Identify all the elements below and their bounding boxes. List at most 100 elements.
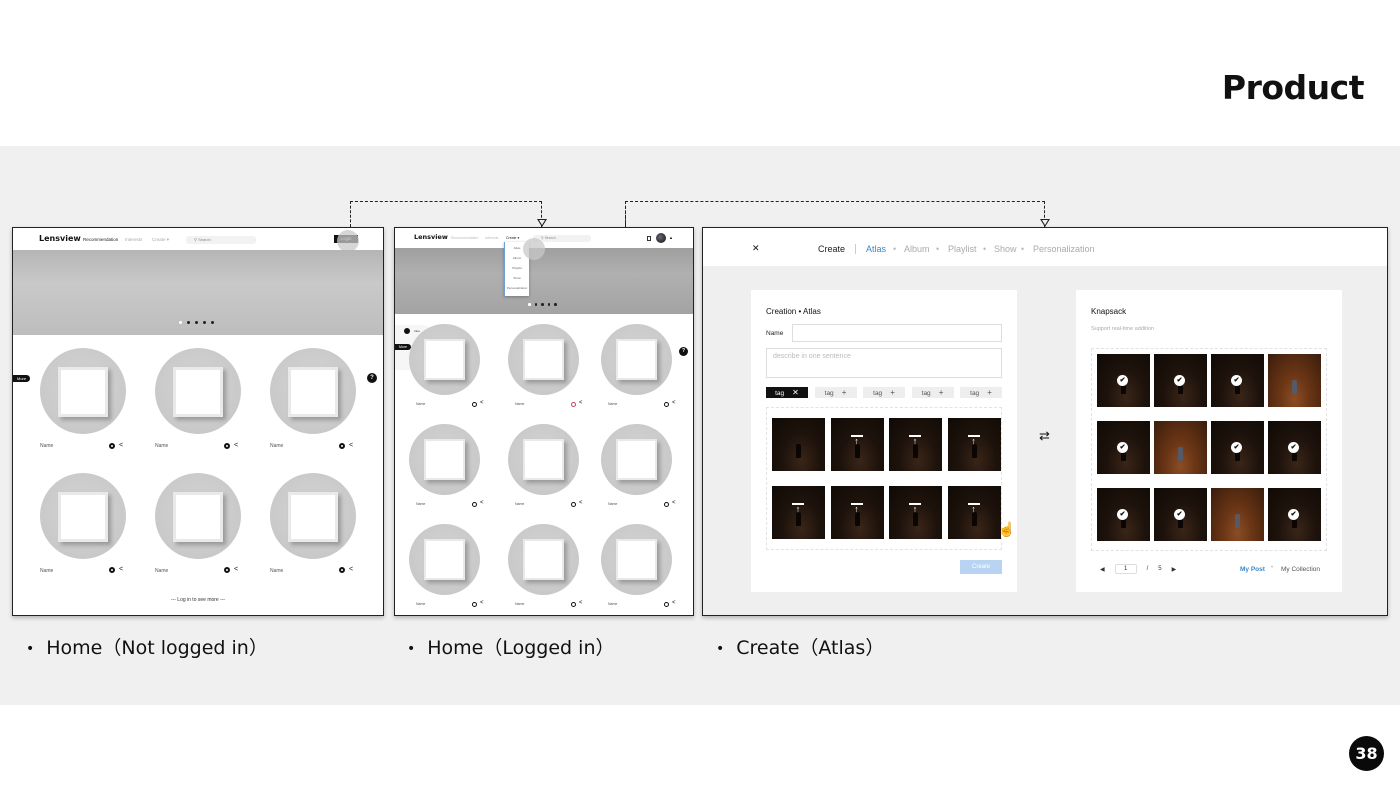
card-image[interactable] [409, 424, 480, 495]
side-menu-idea[interactable]: Idea [414, 329, 420, 333]
check-icon[interactable]: ✔ [1231, 442, 1242, 453]
card-name[interactable]: Name [155, 443, 168, 449]
tab-atlas[interactable]: Atlas [866, 244, 886, 254]
upload-image[interactable]: ↑ [830, 486, 884, 539]
card-name[interactable]: Name [40, 568, 53, 574]
knapsack-image[interactable]: ✔ [1268, 488, 1321, 541]
knapsack-image[interactable]: ✔ [1097, 354, 1150, 407]
card-image[interactable] [155, 473, 241, 559]
swap-icon[interactable]: ⇄ [1039, 428, 1050, 444]
add-tag-icon[interactable]: + [842, 388, 847, 397]
card-image[interactable] [155, 348, 241, 434]
share-icon[interactable]: < [234, 442, 238, 449]
carousel-dot[interactable] [547, 303, 550, 306]
nav-interests[interactable]: Interests [125, 237, 142, 242]
page-input[interactable]: 1 [1114, 564, 1137, 574]
carousel-dot[interactable] [534, 303, 537, 306]
upload-icon[interactable]: ↑ [792, 503, 804, 514]
card-image[interactable] [601, 524, 672, 595]
card-image[interactable] [40, 348, 126, 434]
notification-icon[interactable] [647, 236, 651, 241]
knapsack-image[interactable]: ✔ [1211, 421, 1264, 474]
check-icon[interactable]: ✔ [1288, 509, 1299, 520]
carousel-dots[interactable] [179, 321, 214, 324]
like-icon[interactable] [109, 443, 115, 449]
like-icon[interactable] [109, 567, 115, 573]
upload-icon[interactable]: ↑ [967, 435, 980, 446]
card-name[interactable]: Name [608, 502, 617, 506]
share-icon[interactable]: < [234, 566, 238, 573]
card-name[interactable]: Name [416, 402, 425, 406]
nav-recommendation[interactable]: Recommendation [83, 237, 118, 242]
chevron-down-icon[interactable]: ▲ [669, 235, 673, 240]
close-icon[interactable]: ✕ [752, 243, 760, 254]
upload-image[interactable]: ↑ [889, 486, 942, 539]
share-icon[interactable]: < [579, 400, 583, 406]
share-icon[interactable]: < [119, 566, 123, 573]
card-image[interactable] [409, 524, 480, 595]
share-icon[interactable]: < [480, 500, 484, 506]
share-icon[interactable]: < [480, 400, 484, 406]
tab-personalization[interactable]: Personalization [1033, 244, 1095, 254]
menu-item-personalization[interactable]: Personalization [505, 286, 529, 296]
upload-icon[interactable]: ↑ [909, 503, 921, 514]
name-input[interactable] [792, 324, 1002, 342]
card-image[interactable] [601, 424, 672, 495]
check-icon[interactable]: ✔ [1174, 509, 1185, 520]
knapsack-image[interactable]: ✔ [1154, 488, 1207, 541]
help-icon[interactable]: ? [679, 347, 688, 356]
share-icon[interactable]: < [349, 566, 353, 573]
avatar[interactable] [656, 233, 666, 243]
logo[interactable]: Lensview [39, 234, 81, 243]
knapsack-image[interactable] [1211, 488, 1264, 541]
upload-icon[interactable]: ↑ [850, 503, 863, 514]
card-name[interactable]: Name [270, 568, 283, 574]
nav-create[interactable]: Create ▾ [506, 236, 519, 240]
card-name[interactable]: Name [515, 602, 524, 606]
add-tag-icon[interactable]: + [987, 388, 992, 397]
knapsack-image[interactable]: ✔ [1097, 488, 1150, 541]
tag-option[interactable]: tag + [911, 387, 954, 398]
nav-create[interactable]: Create ▾ [152, 237, 169, 243]
tag-option[interactable]: tag + [814, 387, 857, 398]
upload-icon[interactable]: ↑ [967, 503, 980, 514]
like-icon-active[interactable] [571, 402, 576, 407]
like-icon[interactable] [224, 443, 230, 449]
carousel-dot[interactable] [195, 321, 198, 324]
description-input[interactable]: describe in one sentence [766, 348, 1002, 378]
like-icon[interactable] [224, 567, 230, 573]
prev-page-icon[interactable]: ◀ [1100, 566, 1105, 573]
knapsack-image[interactable] [1154, 421, 1207, 474]
card-name[interactable]: Name [155, 568, 168, 574]
menu-item-playlist[interactable]: Playlist [505, 266, 529, 276]
more-button[interactable]: More [13, 375, 31, 382]
like-icon[interactable] [472, 402, 477, 407]
remove-tag-icon[interactable]: ✕ [792, 388, 799, 397]
card-name[interactable]: Name [40, 443, 53, 449]
tab-show[interactable]: Show [994, 244, 1017, 254]
check-icon[interactable]: ✔ [1117, 442, 1128, 453]
check-icon[interactable]: ✔ [1231, 375, 1242, 386]
card-name[interactable]: Name [608, 402, 617, 406]
share-icon[interactable]: < [119, 442, 123, 449]
card-name[interactable]: Name [608, 602, 617, 606]
login-to-see-more-link[interactable]: --- Log in to see more --- [13, 597, 383, 603]
share-icon[interactable]: < [579, 600, 583, 606]
help-icon[interactable]: ? [367, 373, 377, 383]
carousel-dot[interactable] [187, 321, 190, 324]
upload-image[interactable] [772, 418, 825, 471]
card-name[interactable]: Name [416, 502, 425, 506]
add-tag-icon[interactable]: + [939, 388, 944, 397]
nav-recommendation[interactable]: Recommendation [451, 236, 478, 240]
filter-my-post[interactable]: My Post [1240, 566, 1265, 573]
check-icon[interactable]: ✔ [1117, 509, 1128, 520]
upload-image[interactable]: ↑ [889, 418, 942, 471]
upload-image[interactable]: ↑ [947, 418, 1001, 471]
card-image[interactable] [270, 473, 356, 559]
share-icon[interactable]: < [349, 442, 353, 449]
upload-icon[interactable]: ↑ [909, 435, 921, 446]
tag-selected[interactable]: tag ✕ [766, 387, 808, 398]
card-image[interactable] [270, 348, 356, 434]
carousel-dot[interactable] [541, 303, 544, 306]
card-name[interactable]: Name [270, 443, 283, 449]
